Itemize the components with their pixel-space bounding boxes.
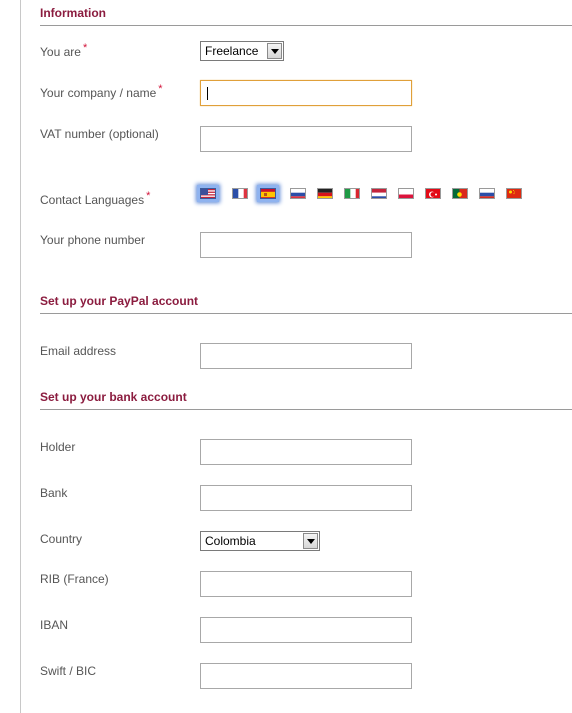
phone-input[interactable]: [200, 232, 412, 258]
company-name-input[interactable]: [200, 80, 412, 106]
contact-languages-label-text: Contact Languages: [40, 193, 145, 207]
swift-input[interactable]: [200, 663, 412, 689]
poland-flag-icon[interactable]: [398, 188, 414, 199]
company-label-text: Your company / name: [40, 86, 157, 100]
contact-languages-label: Contact Languages *: [40, 190, 151, 207]
phone-label: Your phone number: [40, 233, 145, 247]
email-input[interactable]: [200, 343, 412, 369]
required-marker: *: [146, 190, 151, 202]
china-flag-icon[interactable]: [506, 188, 522, 199]
swift-label: Swift / BIC: [40, 664, 97, 678]
section-title-information: Information: [40, 6, 572, 26]
bank-input[interactable]: [200, 485, 412, 511]
rib-label: RIB (France): [40, 572, 109, 586]
country-label: Country: [40, 532, 83, 546]
text-caret: [207, 87, 208, 100]
email-label: Email address: [40, 344, 117, 358]
netherlands-flag-icon[interactable]: [371, 188, 387, 199]
russia-flag-icon[interactable]: [479, 188, 495, 199]
french-flag-alt-icon[interactable]: [290, 188, 306, 199]
dropdown-arrow-icon[interactable]: [303, 533, 318, 549]
you-are-label-text: You are: [40, 45, 81, 59]
vat-label: VAT number (optional): [40, 127, 159, 141]
section-title-paypal: Set up your PayPal account: [40, 294, 572, 314]
section-title-bank: Set up your bank account: [40, 390, 572, 410]
company-label: Your company / name *: [40, 83, 163, 100]
portugal-flag-icon[interactable]: [452, 188, 468, 199]
us-flag-icon[interactable]: [200, 188, 216, 199]
iban-label: IBAN: [40, 618, 69, 632]
germany-flag-icon[interactable]: [317, 188, 333, 199]
vat-input[interactable]: [200, 126, 412, 152]
bank-label: Bank: [40, 486, 68, 500]
dropdown-arrow-icon[interactable]: [267, 43, 282, 59]
france-flag-icon[interactable]: [232, 188, 248, 199]
left-border: [20, 0, 21, 713]
you-are-select[interactable]: Freelance: [200, 41, 284, 61]
iban-input[interactable]: [200, 617, 412, 643]
spain-flag-icon[interactable]: [260, 188, 276, 199]
italy-flag-icon[interactable]: [344, 188, 360, 199]
holder-label: Holder: [40, 440, 76, 454]
required-marker: *: [82, 42, 88, 54]
required-marker: *: [158, 83, 163, 95]
country-select[interactable]: Colombia: [200, 531, 320, 551]
you-are-label: You are *: [40, 42, 88, 59]
rib-input[interactable]: [200, 571, 412, 597]
country-select-value: Colombia: [205, 534, 256, 548]
turkey-flag-icon[interactable]: [425, 188, 441, 199]
you-are-select-value: Freelance: [205, 44, 259, 58]
holder-input[interactable]: [200, 439, 412, 465]
